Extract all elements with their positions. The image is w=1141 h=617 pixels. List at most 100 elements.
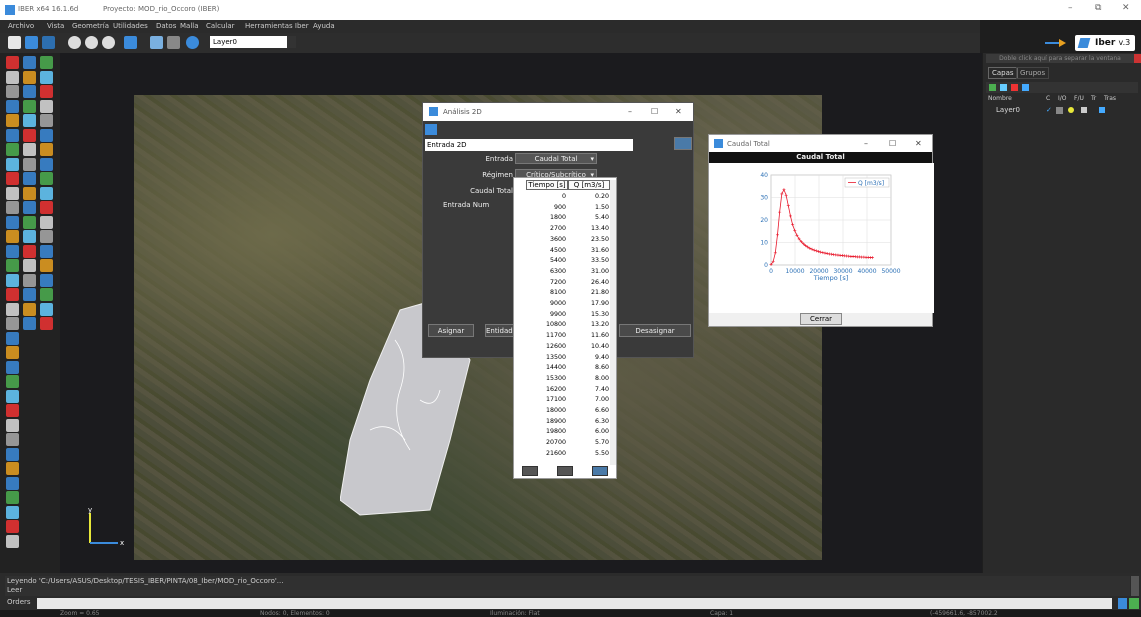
tool-icon[interactable] <box>6 317 19 330</box>
tool-icon[interactable] <box>6 476 19 490</box>
chart-close-icon[interactable]: ✕ <box>915 139 922 148</box>
table-row[interactable]: 11700 11.60 <box>514 331 609 340</box>
color-swatch[interactable] <box>1056 107 1063 114</box>
dialog-tool-icon[interactable] <box>425 124 437 135</box>
tool-icon[interactable] <box>6 230 19 243</box>
table-row[interactable]: 18000 6.60 <box>514 406 609 415</box>
tool-icon[interactable] <box>23 85 36 98</box>
table-row[interactable]: 2700 13.40 <box>514 224 609 233</box>
table-row[interactable]: 3600 23.50 <box>514 235 609 244</box>
view3-icon[interactable] <box>102 36 115 49</box>
tool-icon[interactable] <box>23 259 36 272</box>
table-row[interactable]: 12600 10.40 <box>514 342 609 351</box>
menu-utilidades[interactable]: Utilidades <box>113 22 148 30</box>
menu-malla[interactable]: Malla <box>180 22 199 30</box>
tool-icon[interactable] <box>40 85 53 98</box>
tool-icon[interactable] <box>6 534 19 548</box>
tool-icon[interactable] <box>6 375 19 388</box>
tool-icon[interactable] <box>6 273 19 287</box>
entrada-action-button[interactable] <box>674 137 692 150</box>
tool-icon[interactable] <box>23 99 36 113</box>
table-row[interactable]: 16200 7.40 <box>514 385 609 394</box>
menu-datos[interactable]: Datos <box>156 22 176 30</box>
tool-icon[interactable] <box>40 215 53 229</box>
table-row[interactable]: 4500 31.60 <box>514 246 609 255</box>
table-row[interactable]: 9000 17.90 <box>514 299 609 308</box>
orders-input[interactable] <box>37 598 1112 609</box>
dialog-minimize-icon[interactable]: – <box>628 107 632 116</box>
tool-icon[interactable] <box>40 143 53 156</box>
menu-ayuda[interactable]: Ayuda <box>313 22 335 30</box>
dialog-close-icon[interactable]: ✕ <box>675 107 682 116</box>
tool-icon[interactable] <box>23 273 36 287</box>
tab-grupos[interactable]: Grupos <box>1016 67 1050 79</box>
table-row[interactable]: 900 1.50 <box>514 203 609 212</box>
table-row[interactable]: 15300 8.00 <box>514 374 609 383</box>
tool-icon[interactable] <box>6 157 19 171</box>
dialog-maximize-icon[interactable]: ☐ <box>651 107 658 116</box>
menu-vista[interactable]: Vista <box>47 22 64 30</box>
tab-capas[interactable]: Capas <box>988 67 1018 79</box>
entidades-button[interactable]: Entidades <box>485 324 515 337</box>
tool-icon[interactable] <box>23 128 36 142</box>
rotate-icon[interactable] <box>186 36 199 49</box>
table-row[interactable]: 10800 13.20 <box>514 320 609 329</box>
menu-calcular[interactable]: Calcular <box>206 22 235 30</box>
menu-geometria[interactable]: Geometría <box>72 22 109 30</box>
panel-close-icon[interactable] <box>1134 54 1141 63</box>
orders-run-icon[interactable] <box>1118 598 1127 609</box>
tool-icon[interactable] <box>40 230 53 243</box>
tool-icon[interactable] <box>6 99 19 113</box>
delete-layer-icon[interactable] <box>1011 84 1018 91</box>
tool-icon[interactable] <box>6 85 19 98</box>
tool-icon[interactable] <box>40 302 53 316</box>
tool-icon[interactable] <box>23 317 36 330</box>
tool-icon[interactable] <box>6 259 19 272</box>
tool-icon[interactable] <box>6 331 19 345</box>
import-icon[interactable] <box>522 466 538 476</box>
tool-icon[interactable] <box>23 201 36 214</box>
table-scrollbar[interactable] <box>610 180 616 465</box>
tool-icon[interactable] <box>6 172 19 185</box>
message-scrollbar[interactable] <box>1131 576 1139 596</box>
asignar-button[interactable]: Asignar <box>428 324 474 337</box>
tool-icon[interactable] <box>6 128 19 142</box>
tool-icon[interactable] <box>6 389 19 403</box>
tool-icon[interactable] <box>23 143 36 156</box>
tool-icon[interactable] <box>6 418 19 432</box>
tool-icon[interactable] <box>6 360 19 374</box>
tool-icon[interactable] <box>6 505 19 519</box>
lock-icon[interactable] <box>1081 107 1087 113</box>
layer-row[interactable]: Layer0 ✓ <box>986 106 1138 115</box>
entrada-combo[interactable]: Caudal Total <box>515 153 597 164</box>
table-row[interactable]: 18900 6.30 <box>514 417 609 426</box>
tool-icon[interactable] <box>23 114 36 127</box>
transparency-icon[interactable] <box>1099 107 1105 113</box>
tool-icon[interactable] <box>23 186 36 200</box>
table-row[interactable]: 13500 9.40 <box>514 353 609 362</box>
tool-icon[interactable] <box>40 288 53 301</box>
add-layer-icon[interactable] <box>989 84 996 91</box>
table-row[interactable]: 6300 31.00 <box>514 267 609 276</box>
tool-icon[interactable] <box>6 462 19 475</box>
tool-icon[interactable] <box>23 244 36 258</box>
table-row[interactable]: 5400 33.50 <box>514 256 609 265</box>
tool-icon[interactable] <box>40 70 53 84</box>
image-icon[interactable] <box>124 36 137 49</box>
close-icon[interactable]: ✕ <box>1122 3 1130 13</box>
tool-icon[interactable] <box>6 404 19 417</box>
tool-icon[interactable] <box>6 215 19 229</box>
chart-minimize-icon[interactable]: – <box>864 139 868 148</box>
menu-archivo[interactable]: Archivo <box>8 22 34 30</box>
chart-icon[interactable] <box>592 466 608 476</box>
tool-icon[interactable] <box>40 186 53 200</box>
tool-icon[interactable] <box>23 70 36 84</box>
table-row[interactable]: 9900 15.30 <box>514 310 609 319</box>
export-icon[interactable] <box>557 466 573 476</box>
entrada-select[interactable]: Entrada 2D <box>425 139 633 151</box>
tool-icon[interactable] <box>6 143 19 156</box>
tool-icon[interactable] <box>40 157 53 171</box>
brush-icon[interactable] <box>167 36 180 49</box>
layer-tool-icon[interactable] <box>1022 84 1029 91</box>
tool-icon[interactable] <box>6 70 19 84</box>
